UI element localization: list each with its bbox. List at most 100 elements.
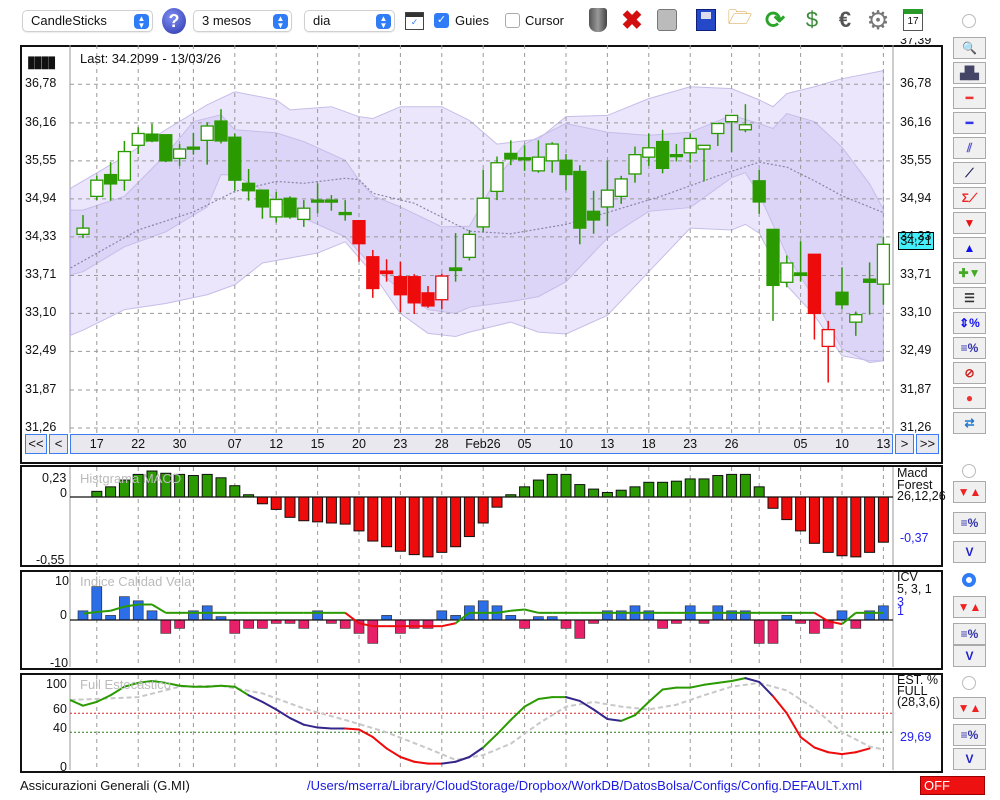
date-label: 17 xyxy=(89,437,104,451)
price-label-right: 31,26 xyxy=(900,419,932,434)
price-label-right: 33,71 xyxy=(900,267,932,282)
no-entry-icon[interactable]: ⊘ xyxy=(953,362,986,384)
dashed-lines-icon[interactable]: ☰ xyxy=(953,287,986,309)
stoch-ytick: 60 xyxy=(53,702,67,716)
delete-icon[interactable]: ✖ xyxy=(618,5,646,35)
price-label-left: 35,55 xyxy=(25,152,57,167)
stoch-arrows-icon[interactable]: ▼▲ xyxy=(953,697,986,719)
status-off-button[interactable]: OFF xyxy=(920,776,985,795)
nav-prev-button[interactable]: < xyxy=(49,434,68,454)
chevron-updown-icon: ▲ ▼ xyxy=(134,14,149,30)
date-label: 13 xyxy=(600,437,615,451)
nav-next-button[interactable]: > xyxy=(895,434,914,454)
buy-arrow-icon[interactable]: ▲ xyxy=(953,237,986,259)
config-path-link[interactable]: /Users/mserra/Library/CloudStorage/Dropb… xyxy=(307,778,862,793)
open-folder-icon[interactable]: 🗁 xyxy=(726,6,754,34)
date-label: 28 xyxy=(434,437,449,451)
date-label: 23 xyxy=(683,437,698,451)
price-label-right: 32,49 xyxy=(900,343,932,358)
icv-value-2: 1 xyxy=(897,604,904,618)
panel-radio-main[interactable] xyxy=(962,14,976,28)
chart-type-select[interactable]: CandleSticks ▲ ▼ xyxy=(22,10,153,32)
icv-ytick: 0 xyxy=(60,608,67,622)
refresh-icon[interactable]: ⟳ xyxy=(761,6,789,34)
last-price-label: Last: 34.2099 - 13/03/26 xyxy=(80,51,221,66)
stoch-curve-icon[interactable]: V xyxy=(953,748,986,770)
date-label: 20 xyxy=(352,437,366,451)
price-label-left: 33,71 xyxy=(25,267,57,282)
chart-window-icon[interactable]: ✓ xyxy=(405,12,424,30)
date-label: 05 xyxy=(793,437,808,451)
panel-radio-stoch[interactable] xyxy=(962,676,976,690)
chart-type-value: CandleSticks xyxy=(31,13,107,28)
help-icon[interactable]: ? xyxy=(162,8,186,34)
guides-label: Guies xyxy=(455,13,489,28)
euro-icon[interactable]: € xyxy=(831,6,859,34)
price-label-right: 33,10 xyxy=(900,305,932,320)
date-label: 18 xyxy=(641,437,656,451)
price-label-right: 34,94 xyxy=(900,190,932,205)
trendline-icon[interactable]: ⟋ xyxy=(953,162,986,184)
main-chart-panel xyxy=(20,45,943,464)
macd-percent-icon[interactable]: ≡% xyxy=(953,512,986,534)
date-label: 05 xyxy=(517,437,532,451)
macd-ytick: -0,55 xyxy=(36,553,65,567)
stoch-title: Full Estocástico xyxy=(80,677,172,692)
stoch-ytick: 0 xyxy=(60,760,67,774)
date-label: 30 xyxy=(172,437,187,451)
cursor-checkbox[interactable] xyxy=(505,13,520,28)
macd-ytick: 0,23 xyxy=(42,471,67,485)
percent-range-icon[interactable]: ⇕% xyxy=(953,312,986,334)
period-select[interactable]: 3 mesos ▲ ▼ xyxy=(193,10,292,32)
trash-icon[interactable] xyxy=(584,6,612,34)
panel-radio-macd[interactable] xyxy=(962,464,976,478)
bar-chart-icon[interactable]: ▮▮▮▮ xyxy=(27,52,56,72)
price-label-left: 36,78 xyxy=(25,76,57,91)
macd-curve-icon[interactable]: V xyxy=(953,541,986,563)
percent-lines-icon[interactable]: ≡% xyxy=(953,337,986,359)
interval-value: dia xyxy=(313,13,331,28)
date-label: 23 xyxy=(393,437,408,451)
sync-icon[interactable]: ⇄ xyxy=(953,412,986,434)
blue-horizontal-line-icon[interactable]: ━ xyxy=(953,112,986,134)
date-label: 10 xyxy=(559,437,573,451)
price-label-right: 34,33 xyxy=(900,228,932,243)
nav-last-button[interactable]: >> xyxy=(916,434,939,454)
panel-radio-icv[interactable] xyxy=(962,573,976,587)
stoch-percent-icon[interactable]: ≡% xyxy=(953,724,986,746)
add-signal-icon[interactable]: ✚▼ xyxy=(953,262,986,284)
date-label: 10 xyxy=(835,437,849,451)
cursor-label: Cursor xyxy=(525,13,565,28)
icv-curve-icon[interactable]: V xyxy=(953,645,986,667)
price-label-left: 31,26 xyxy=(25,419,57,434)
nav-first-button[interactable]: << xyxy=(25,434,47,454)
overview-chart-icon[interactable]: ▟▙ xyxy=(953,62,986,84)
macd-arrows-icon[interactable]: ▼▲ xyxy=(953,481,986,503)
icv-percent-icon[interactable]: ≡% xyxy=(953,623,986,645)
sum-trendline-icon[interactable]: Σ⟋ xyxy=(953,187,986,209)
red-horizontal-line-icon[interactable]: ━ xyxy=(953,87,986,109)
zoom-icon[interactable]: 🔍 xyxy=(953,37,986,59)
update-data-icon[interactable]: $ xyxy=(798,6,826,34)
record-icon[interactable]: ● xyxy=(953,387,986,409)
price-label-left: 36,16 xyxy=(25,114,57,129)
price-label-left: 33,10 xyxy=(25,305,57,320)
icv-ytick: -10 xyxy=(50,656,69,670)
period-value: 3 mesos xyxy=(202,13,252,28)
channel-tool-icon[interactable]: ⫽ xyxy=(953,137,986,159)
macd-params: 26,12,26 xyxy=(897,489,946,503)
save-icon[interactable] xyxy=(692,6,720,34)
sell-arrow-icon[interactable]: ▼ xyxy=(953,212,986,234)
price-label-right: 36,78 xyxy=(900,76,932,91)
price-label-top-partial: 37,39 xyxy=(900,38,932,46)
chevron-updown-icon: ▲ ▼ xyxy=(376,14,391,30)
interval-select[interactable]: dia ▲ ▼ xyxy=(304,10,395,32)
icv-arrows-icon[interactable]: ▼▲ xyxy=(953,596,986,618)
symbol-name: Assicurazioni Generali (G.MI) xyxy=(20,778,190,793)
price-label-right: 35,55 xyxy=(900,152,932,167)
calendar-icon[interactable]: 17 xyxy=(899,6,927,34)
gear-icon[interactable]: ⚙ xyxy=(864,5,892,35)
guides-checkbox[interactable]: ✓ xyxy=(434,13,449,28)
price-label-left: 34,33 xyxy=(25,228,57,243)
snapshot-icon[interactable] xyxy=(653,6,681,34)
